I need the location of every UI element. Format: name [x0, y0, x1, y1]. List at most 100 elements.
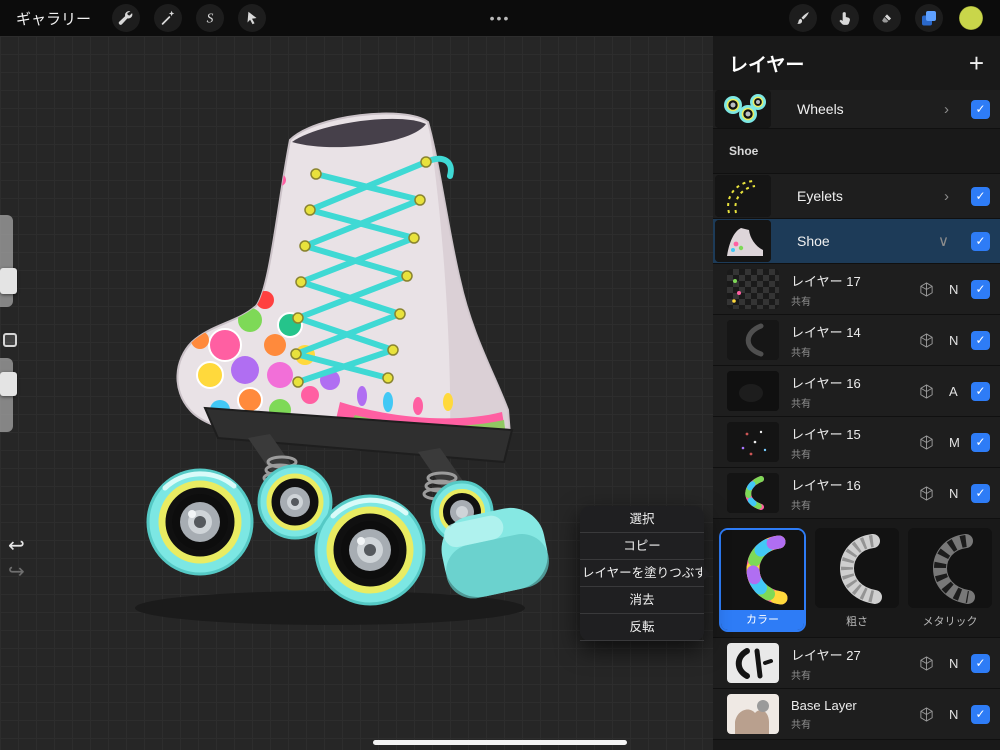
layer-label: Base Layer — [791, 697, 857, 713]
cube-3d-icon — [919, 655, 934, 671]
wrench-icon — [117, 9, 135, 27]
layers-panel: レイヤー + Wheels › ✓ Shoe Eyelets › ✓ Shoe … — [713, 36, 1000, 750]
brush-button[interactable] — [789, 4, 817, 32]
brush-size-slider-handle[interactable] — [0, 268, 17, 294]
blend-mode-button[interactable]: N — [943, 332, 963, 349]
opacity-slider-handle[interactable] — [0, 372, 17, 396]
layer-shared-badge: 共有 — [791, 719, 811, 731]
selection-button[interactable]: S — [196, 4, 225, 32]
check-icon: ✓ — [975, 282, 986, 296]
cursor-arrow-icon — [243, 9, 261, 27]
layer-shared-badge: 共有 — [791, 398, 811, 410]
layer-thumbnail — [727, 320, 779, 360]
material-card-label: メタリック — [922, 616, 978, 628]
layer-visibility-checkbox[interactable]: ✓ — [971, 381, 990, 401]
layer-row[interactable]: レイヤー 16 共有 A ✓ — [713, 366, 1000, 417]
cube-3d-icon — [919, 383, 934, 399]
blend-mode-button[interactable]: N — [943, 485, 963, 502]
layer-label: レイヤー 14 — [791, 324, 861, 340]
smudge-button[interactable] — [831, 4, 859, 32]
layer-visibility-checkbox[interactable]: ✓ — [971, 483, 990, 503]
layer-context-menu: 選択 コピー レイヤーを塗りつぶす 消去 反転 — [580, 506, 710, 641]
layer-row[interactable]: レイヤー 27 共有 N ✓ — [713, 638, 1000, 689]
layer-row[interactable]: レイヤー 17 共有 N ✓ — [713, 264, 1000, 315]
menu-item-fill-layer[interactable]: レイヤーを塗りつぶす — [580, 560, 704, 587]
eraser-button[interactable] — [873, 4, 901, 32]
layer-row-wheels[interactable]: Wheels › ✓ — [713, 90, 1000, 129]
check-icon: ✓ — [975, 189, 986, 203]
layer-label: レイヤー 16 — [791, 375, 861, 391]
layer-shared-badge: 共有 — [791, 670, 811, 682]
blend-mode-button[interactable]: A — [943, 383, 963, 400]
check-icon: ✓ — [975, 102, 986, 116]
menu-item-clear[interactable]: 消去 — [580, 587, 704, 614]
active-color-swatch — [958, 5, 984, 31]
layer-row-shoe[interactable]: Shoe ∨ ✓ — [713, 219, 1000, 264]
layer-thumbnail — [727, 269, 779, 309]
section-label: Shoe — [729, 144, 759, 158]
layer-row-eyelets[interactable]: Eyelets › ✓ — [713, 174, 1000, 219]
material-card-metallic[interactable]: メタリック — [908, 528, 992, 629]
canvas-options-button[interactable]: ••• — [484, 0, 517, 36]
finger-smudge-icon — [836, 9, 854, 27]
layer-visibility-checkbox[interactable]: ✓ — [971, 231, 990, 251]
layer-visibility-checkbox[interactable]: ✓ — [971, 330, 990, 350]
brush-size-slider[interactable] — [0, 215, 17, 307]
chevron-right-icon[interactable]: › — [938, 187, 955, 206]
menu-pointer-arrow — [702, 566, 718, 582]
layer-label: レイヤー 17 — [791, 273, 861, 289]
layer-row[interactable]: レイヤー 15 共有 M ✓ — [713, 417, 1000, 468]
layer-thumbnail — [727, 422, 779, 462]
home-indicator[interactable] — [373, 740, 627, 745]
modify-button[interactable] — [3, 333, 17, 347]
undo-button[interactable]: ↩ — [2, 532, 31, 559]
layers-panel-header: レイヤー + — [713, 36, 1000, 90]
material-card-roughness[interactable]: 粗さ — [815, 528, 899, 629]
layer-label: Wheels — [797, 101, 844, 117]
check-icon: ✓ — [975, 486, 986, 500]
wheels-layer-thumbnail — [715, 90, 771, 128]
add-layer-button[interactable]: + — [967, 50, 986, 76]
menu-item-invert[interactable]: 反転 — [580, 614, 704, 641]
layer-row[interactable]: Base Layer 共有 N ✓ — [713, 689, 1000, 740]
layer-shared-badge: 共有 — [791, 347, 811, 359]
drawing-canvas[interactable]: ↩ ↪ — [0, 36, 713, 750]
transform-button[interactable] — [238, 4, 267, 32]
redo-button[interactable]: ↪ — [2, 558, 31, 585]
material-card-color[interactable]: カラー — [719, 528, 806, 632]
layer-row[interactable]: レイヤー 14 共有 N ✓ — [713, 315, 1000, 366]
layer-visibility-checkbox[interactable]: ✓ — [971, 186, 990, 206]
layer-thumbnail — [727, 694, 779, 734]
layer-visibility-checkbox[interactable]: ✓ — [971, 704, 990, 724]
layer-row[interactable]: レイヤー 16 共有 N ✓ — [713, 468, 1000, 519]
layer-label: Shoe — [797, 233, 830, 249]
blend-mode-button[interactable]: N — [943, 655, 963, 672]
menu-item-select[interactable]: 選択 — [580, 506, 704, 533]
opacity-slider[interactable] — [0, 358, 17, 432]
layer-visibility-checkbox[interactable]: ✓ — [971, 279, 990, 299]
layer-label: レイヤー 16 — [791, 477, 861, 493]
color-button[interactable] — [957, 4, 985, 32]
metallic-channel-thumbnail — [908, 528, 992, 608]
blend-mode-button[interactable]: N — [943, 281, 963, 298]
check-icon: ✓ — [975, 656, 986, 670]
chevron-right-icon[interactable]: › — [938, 100, 955, 119]
layer-label: レイヤー 27 — [791, 647, 861, 663]
layer-label: Eyelets — [797, 188, 843, 204]
roller-skate-artwork — [135, 112, 549, 625]
menu-item-copy[interactable]: コピー — [580, 533, 704, 560]
layer-visibility-checkbox[interactable]: ✓ — [971, 99, 990, 119]
brush-icon — [794, 9, 812, 27]
actions-button[interactable] — [112, 4, 141, 32]
layer-visibility-checkbox[interactable]: ✓ — [971, 432, 990, 452]
layers-icon — [919, 8, 939, 28]
blend-mode-button[interactable]: M — [943, 434, 963, 451]
adjustments-button[interactable] — [154, 4, 183, 32]
layer-visibility-checkbox[interactable]: ✓ — [971, 653, 990, 673]
layers-button[interactable] — [915, 4, 943, 32]
chevron-down-icon[interactable]: ∨ — [932, 231, 955, 251]
blend-mode-button[interactable]: N — [943, 706, 963, 723]
color-channel-thumbnail — [721, 530, 804, 610]
gallery-button[interactable]: ギャラリー — [0, 8, 105, 29]
eraser-icon — [878, 9, 896, 27]
